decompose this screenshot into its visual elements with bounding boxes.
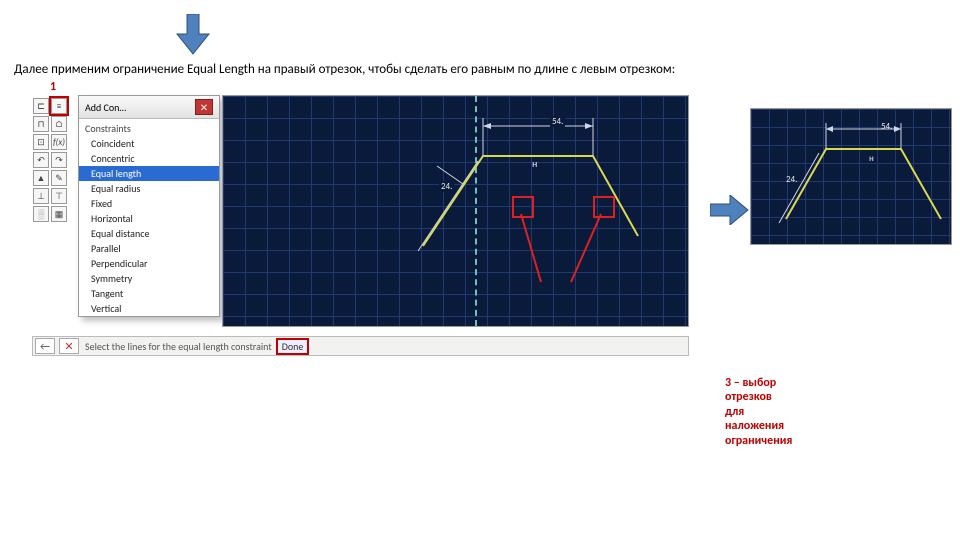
annotation-step-3-line2: наложения ограничения bbox=[725, 419, 792, 447]
constraint-tool-button[interactable]: ≡ bbox=[51, 98, 67, 114]
constraint-item-tangent[interactable]: Tangent bbox=[79, 286, 219, 301]
result-dim-left: 24. bbox=[786, 174, 797, 185]
constraint-item-fixed[interactable]: Fixed bbox=[79, 196, 219, 211]
status-back-button[interactable]: ← bbox=[35, 338, 55, 354]
close-icon[interactable]: ✕ bbox=[195, 99, 213, 115]
constraint-item-parallel[interactable]: Parallel bbox=[79, 241, 219, 256]
tool-button[interactable]: ✎ bbox=[51, 170, 67, 186]
selection-box-right bbox=[593, 196, 615, 218]
status-bar: ← ✕ Select the lines for the equal lengt… bbox=[32, 336, 689, 356]
arrow-down-icon bbox=[175, 14, 211, 60]
tool-button[interactable]: f(x) bbox=[51, 134, 67, 150]
instruction-text: Далее применим ограничение Equal Length … bbox=[14, 62, 675, 77]
tool-button[interactable]: ⊥ bbox=[33, 188, 49, 204]
step-marker-1: 1 bbox=[50, 80, 56, 94]
tool-button[interactable]: ⊏ bbox=[33, 98, 49, 114]
selection-box-left bbox=[512, 196, 534, 218]
result-dim-top: 54. bbox=[881, 121, 892, 132]
dim-left-label: 24. bbox=[439, 181, 454, 192]
constraint-item-concentric[interactable]: Concentric bbox=[79, 151, 219, 166]
sketch-svg bbox=[223, 96, 688, 326]
tool-button[interactable]: ⊤ bbox=[51, 188, 67, 204]
constraint-h-label: н bbox=[532, 157, 537, 170]
result-svg bbox=[751, 109, 951, 244]
arrow-right-icon bbox=[710, 195, 750, 229]
constraint-item-equal-distance[interactable]: Equal distance bbox=[79, 226, 219, 241]
tool-button[interactable]: ↶ bbox=[33, 152, 49, 168]
status-done-button[interactable]: Done bbox=[276, 338, 310, 355]
constraint-item-equal-radius[interactable]: Equal radius bbox=[79, 181, 219, 196]
tool-button[interactable]: ⊡ bbox=[33, 134, 49, 150]
constraint-item-perpendicular[interactable]: Perpendicular bbox=[79, 256, 219, 271]
status-cancel-button[interactable]: ✕ bbox=[59, 338, 79, 354]
constraint-item-equal-length[interactable]: Equal length bbox=[79, 166, 219, 181]
tool-button[interactable]: ⌂ bbox=[51, 116, 67, 132]
tool-button[interactable]: ↷ bbox=[51, 152, 67, 168]
side-toolbar: ⊏≡ ⊓⌂ ⊡f(x) ↶↷ ▲✎ ⊥⊤ ░▦ bbox=[32, 98, 68, 222]
annotation-step-3: 3 – выбор отрезков для наложения огранич… bbox=[725, 376, 792, 448]
sketch-canvas[interactable]: 54. 24. н 3 – выбор отрезков для наложен… bbox=[222, 95, 689, 327]
constraint-item-coincident[interactable]: Coincident bbox=[79, 136, 219, 151]
popup-titlebar: Add Con… ✕ bbox=[79, 96, 219, 119]
annotation-step-3-line1: 3 – выбор отрезков для bbox=[725, 376, 776, 419]
constraint-item-horizontal[interactable]: Horizontal bbox=[79, 211, 219, 226]
tool-button[interactable]: ░ bbox=[33, 206, 49, 222]
result-h-label: н bbox=[869, 153, 874, 164]
tool-button[interactable]: ▦ bbox=[51, 206, 67, 222]
tool-button[interactable]: ▲ bbox=[33, 170, 49, 186]
tool-button[interactable]: ⊓ bbox=[33, 116, 49, 132]
popup-heading: Constraints bbox=[79, 119, 219, 136]
result-canvas: 54. 24. н bbox=[750, 108, 952, 245]
popup-title-text: Add Con… bbox=[85, 101, 126, 114]
add-constraint-popup: Add Con… ✕ Constraints Coincident Concen… bbox=[78, 95, 220, 317]
status-message: Select the lines for the equal length co… bbox=[85, 340, 272, 353]
constraint-item-vertical[interactable]: Vertical bbox=[79, 301, 219, 316]
main-screenshot-panel: ⊏≡ ⊓⌂ ⊡f(x) ↶↷ ▲✎ ⊥⊤ ░▦ Add Con… ✕ Const… bbox=[32, 95, 687, 325]
dim-top-label: 54. bbox=[550, 116, 565, 127]
constraint-item-symmetry[interactable]: Symmetry bbox=[79, 271, 219, 286]
